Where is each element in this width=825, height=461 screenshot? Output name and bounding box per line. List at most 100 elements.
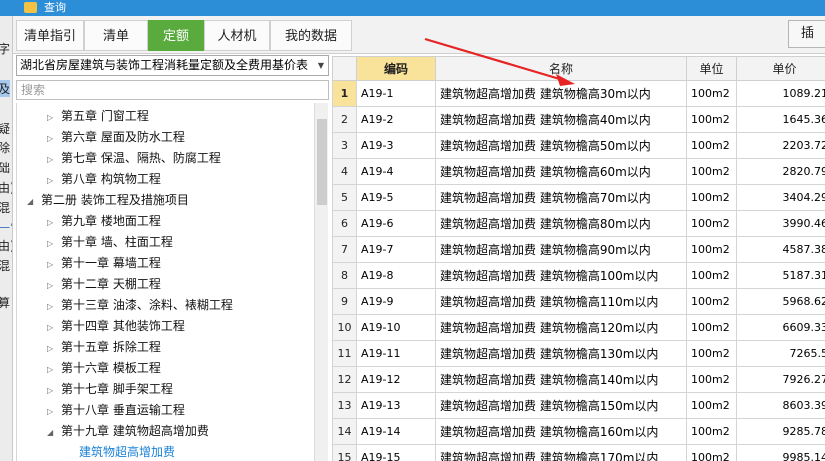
grid-header-code[interactable]: 编码: [356, 56, 436, 81]
insert-button[interactable]: 插: [788, 20, 825, 48]
triangle-right-icon[interactable]: ▷: [47, 128, 61, 149]
tree-item[interactable]: ▷ 第十一章 幕墙工程: [47, 253, 161, 274]
row-code[interactable]: A19-10: [356, 314, 436, 341]
row-price[interactable]: 1645.36: [736, 106, 825, 133]
row-name[interactable]: 建筑物超高增加费 建筑物檐高50m以内: [435, 132, 687, 159]
tree-item[interactable]: ▷ 第十四章 其他装饰工程: [47, 316, 185, 337]
triangle-right-icon[interactable]: ▷: [47, 275, 61, 296]
triangle-down-icon[interactable]: ◢: [47, 422, 61, 443]
row-name[interactable]: 建筑物超高增加费 建筑物檐高60m以内: [435, 158, 687, 185]
row-name[interactable]: 建筑物超高增加费 建筑物檐高110m以内: [435, 288, 687, 315]
tree-item[interactable]: ◢ 第二册 装饰工程及措施项目: [27, 190, 189, 211]
row-unit[interactable]: 100m2: [686, 236, 737, 263]
triangle-down-icon[interactable]: ◢: [27, 191, 41, 212]
row-unit[interactable]: 100m2: [686, 80, 737, 107]
tab-bill[interactable]: 清单: [84, 20, 148, 51]
table-row[interactable]: 2 A19-2 建筑物超高增加费 建筑物檐高40m以内 100m2 1645.36: [332, 106, 825, 133]
tree-item[interactable]: ▷ 第五章 门窗工程: [47, 106, 149, 127]
row-unit[interactable]: 100m2: [686, 418, 737, 445]
row-unit[interactable]: 100m2: [686, 314, 737, 341]
row-name[interactable]: 建筑物超高增加费 建筑物檐高130m以内: [435, 340, 687, 367]
table-row[interactable]: 12 A19-12 建筑物超高增加费 建筑物檐高140m以内 100m2 7926.27: [332, 366, 825, 393]
row-unit[interactable]: 100m2: [686, 444, 737, 461]
tree-item[interactable]: ▷ 第九章 楼地面工程: [47, 211, 161, 232]
row-unit[interactable]: 100m2: [686, 340, 737, 367]
row-price[interactable]: 3990.46: [736, 210, 825, 237]
tree-item[interactable]: ▷ 第十六章 模板工程: [47, 358, 161, 379]
row-code[interactable]: A19-11: [356, 340, 436, 367]
row-code[interactable]: A19-13: [356, 392, 436, 419]
row-name[interactable]: 建筑物超高增加费 建筑物檐高40m以内: [435, 106, 687, 133]
tree-scrollbar-thumb[interactable]: [317, 119, 327, 205]
table-row[interactable]: 6 A19-6 建筑物超高增加费 建筑物檐高80m以内 100m2 3990.46: [332, 210, 825, 237]
row-code[interactable]: A19-8: [356, 262, 436, 289]
table-row[interactable]: 14 A19-14 建筑物超高增加费 建筑物檐高160m以内 100m2 9285.78: [332, 418, 825, 445]
row-code[interactable]: A19-6: [356, 210, 436, 237]
row-name[interactable]: 建筑物超高增加费 建筑物檐高100m以内: [435, 262, 687, 289]
tree-item[interactable]: ▷ 第十三章 油漆、涂料、裱糊工程: [47, 295, 233, 316]
tree-item[interactable]: ▷ 第七章 保温、隔热、防腐工程: [47, 148, 221, 169]
grid-header-unit[interactable]: 单位: [686, 56, 737, 81]
triangle-right-icon[interactable]: ▷: [47, 380, 61, 401]
row-unit[interactable]: 100m2: [686, 106, 737, 133]
tree-item[interactable]: ▷ 第八章 构筑物工程: [47, 169, 161, 190]
row-code[interactable]: A19-15: [356, 444, 436, 461]
row-unit[interactable]: 100m2: [686, 262, 737, 289]
tab-my-data[interactable]: 我的数据: [270, 20, 352, 51]
table-row[interactable]: 5 A19-5 建筑物超高增加费 建筑物檐高70m以内 100m2 3404.29: [332, 184, 825, 211]
search-input[interactable]: [16, 80, 329, 100]
row-code[interactable]: A19-3: [356, 132, 436, 159]
triangle-right-icon[interactable]: ▷: [47, 317, 61, 338]
row-price[interactable]: 2820.79: [736, 158, 825, 185]
row-name[interactable]: 建筑物超高增加费 建筑物檐高80m以内: [435, 210, 687, 237]
row-price[interactable]: 9985.14: [736, 444, 825, 461]
triangle-right-icon[interactable]: ▷: [47, 338, 61, 359]
chevron-down-icon[interactable]: ▼: [318, 56, 324, 75]
row-unit[interactable]: 100m2: [686, 210, 737, 237]
row-price[interactable]: 7265.5: [736, 340, 825, 367]
table-row[interactable]: 8 A19-8 建筑物超高增加费 建筑物檐高100m以内 100m2 5187.31: [332, 262, 825, 289]
row-unit[interactable]: 100m2: [686, 132, 737, 159]
triangle-right-icon[interactable]: ▷: [47, 359, 61, 380]
table-row[interactable]: 4 A19-4 建筑物超高增加费 建筑物檐高60m以内 100m2 2820.79: [332, 158, 825, 185]
row-code[interactable]: A19-4: [356, 158, 436, 185]
triangle-right-icon[interactable]: ▷: [47, 107, 61, 128]
tab-quota[interactable]: 定额: [148, 20, 204, 51]
table-row[interactable]: 9 A19-9 建筑物超高增加费 建筑物檐高110m以内 100m2 5968.62: [332, 288, 825, 315]
tree-scrollbar[interactable]: [314, 103, 328, 461]
triangle-right-icon[interactable]: ▷: [47, 233, 61, 254]
row-name[interactable]: 建筑物超高增加费 建筑物檐高120m以内: [435, 314, 687, 341]
row-code[interactable]: A19-7: [356, 236, 436, 263]
grid-header-name[interactable]: 名称: [435, 56, 687, 81]
table-row[interactable]: 13 A19-13 建筑物超高增加费 建筑物檐高150m以内 100m2 8603.39: [332, 392, 825, 419]
quota-library-select[interactable]: 湖北省房屋建筑与装饰工程消耗量定额及全费用基价表 ▼: [16, 55, 329, 76]
row-price[interactable]: 8603.39: [736, 392, 825, 419]
row-unit[interactable]: 100m2: [686, 392, 737, 419]
tree-item[interactable]: ◢ 第十九章 建筑物超高增加费: [47, 421, 209, 442]
row-price[interactable]: 1089.21: [736, 80, 825, 107]
tree-item[interactable]: ▷ 第十五章 拆除工程: [47, 337, 161, 358]
triangle-right-icon[interactable]: ▷: [47, 254, 61, 275]
table-row[interactable]: 15 A19-15 建筑物超高增加费 建筑物檐高170m以内 100m2 9985.14: [332, 444, 825, 461]
row-name[interactable]: 建筑物超高增加费 建筑物檐高160m以内: [435, 418, 687, 445]
tree-item[interactable]: 建筑物超高增加费: [79, 442, 175, 461]
row-code[interactable]: A19-5: [356, 184, 436, 211]
row-price[interactable]: 5968.62: [736, 288, 825, 315]
row-price[interactable]: 9285.78: [736, 418, 825, 445]
row-unit[interactable]: 100m2: [686, 184, 737, 211]
row-name[interactable]: 建筑物超高增加费 建筑物檐高30m以内: [435, 80, 687, 107]
row-unit[interactable]: 100m2: [686, 158, 737, 185]
row-name[interactable]: 建筑物超高增加费 建筑物檐高70m以内: [435, 184, 687, 211]
tree-item[interactable]: ▷ 第十二章 天棚工程: [47, 274, 161, 295]
row-name[interactable]: 建筑物超高增加费 建筑物檐高140m以内: [435, 366, 687, 393]
row-price[interactable]: 3404.29: [736, 184, 825, 211]
row-price[interactable]: 6609.33: [736, 314, 825, 341]
row-code[interactable]: A19-2: [356, 106, 436, 133]
triangle-right-icon[interactable]: ▷: [47, 170, 61, 191]
tree-item[interactable]: ▷ 第十章 墙、柱面工程: [47, 232, 173, 253]
tree-item[interactable]: ▷ 第十八章 垂直运输工程: [47, 400, 185, 421]
row-code[interactable]: A19-9: [356, 288, 436, 315]
table-row[interactable]: 3 A19-3 建筑物超高增加费 建筑物檐高50m以内 100m2 2203.72: [332, 132, 825, 159]
table-row[interactable]: 10 A19-10 建筑物超高增加费 建筑物檐高120m以内 100m2 6609.33: [332, 314, 825, 341]
tab-labor-material-machine[interactable]: 人材机: [204, 20, 270, 51]
